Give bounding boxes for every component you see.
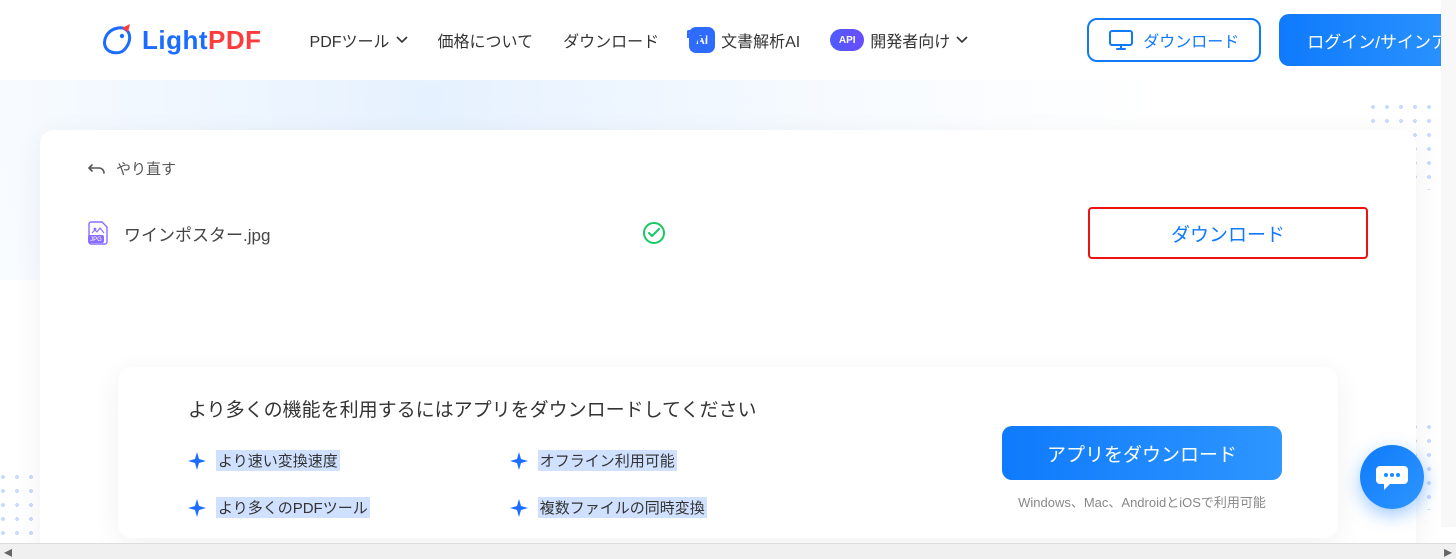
feature-label: オフライン利用可能: [538, 450, 677, 471]
header-download-button[interactable]: ダウンロード: [1087, 18, 1261, 62]
sparkle-icon: [510, 499, 528, 517]
chevron-down-icon: [956, 36, 968, 44]
platforms-text: Windows、Mac、AndroidとiOSで利用可能: [1018, 492, 1266, 511]
promo-title: より多くの機能を利用するにはアプリをダウンロードしてください: [188, 395, 992, 422]
brand-logo[interactable]: LightPDF: [100, 22, 262, 58]
scroll-track[interactable]: [16, 544, 1440, 559]
logo-text-light: Light: [142, 25, 208, 55]
header-download-label: ダウンロード: [1143, 28, 1239, 52]
logo-text-pdf: PDF: [208, 25, 262, 55]
jpg-file-icon: JPG: [88, 221, 110, 245]
file-row: JPG ワインポスター.jpg ダウンロード: [88, 207, 1368, 259]
chevron-down-icon: [396, 36, 408, 44]
nav-pricing[interactable]: 価格について: [438, 28, 534, 52]
sparkle-icon: [510, 452, 528, 470]
nav-download-label: ダウンロード: [563, 28, 659, 52]
redo-label: やり直す: [116, 158, 176, 179]
decorative-dots: [0, 470, 36, 543]
main-nav: PDFツール 価格について ダウンロード AI 文書解析AI API 開発者向け: [310, 27, 969, 53]
feature-label: より速い変換速度: [216, 450, 340, 471]
nav-developers[interactable]: API 開発者向け: [830, 28, 968, 52]
success-check-icon: [643, 222, 665, 244]
nav-pdf-tools[interactable]: PDFツール: [310, 28, 408, 52]
feature-offline: オフライン利用可能: [510, 450, 707, 471]
login-label: ログイン/サインア: [1307, 28, 1448, 53]
nav-pdf-tools-label: PDFツール: [310, 28, 390, 52]
nav-pricing-label: 価格について: [438, 28, 534, 52]
horizontal-scrollbar[interactable]: ◂ ▸: [0, 543, 1456, 559]
nav-doc-ai-label: 文書解析AI: [721, 28, 800, 52]
monitor-icon: [1109, 30, 1133, 50]
scroll-right-arrow[interactable]: ▸: [1440, 544, 1456, 559]
download-file-label: ダウンロード: [1171, 220, 1285, 247]
nav-doc-ai[interactable]: AI 文書解析AI: [689, 27, 800, 53]
chat-icon: [1376, 462, 1408, 492]
download-file-button[interactable]: ダウンロード: [1088, 207, 1368, 259]
login-signup-button[interactable]: ログイン/サインア: [1279, 14, 1456, 66]
top-navigation: LightPDF PDFツール 価格について ダウンロード AI 文書解析AI …: [0, 0, 1456, 80]
api-badge-icon: API: [830, 29, 864, 51]
feature-label: 複数ファイルの同時変換: [538, 497, 707, 518]
chat-fab[interactable]: [1360, 445, 1424, 509]
logo-icon: [100, 22, 136, 58]
nav-download[interactable]: ダウンロード: [563, 28, 659, 52]
ai-badge-icon: AI: [689, 27, 715, 53]
app-download-button[interactable]: アプリをダウンロード: [1002, 426, 1282, 480]
app-download-label: アプリをダウンロード: [1047, 440, 1237, 467]
feature-more-tools: より多くのPDFツール: [188, 497, 370, 518]
sparkle-icon: [188, 499, 206, 517]
promo-card: より多くの機能を利用するにはアプリをダウンロードしてください より速い変換速度 …: [118, 367, 1338, 538]
feature-label: より多くのPDFツール: [216, 497, 370, 518]
undo-icon: [88, 160, 106, 178]
result-card: やり直す JPG ワインポスター.jpg ダウンロード: [40, 130, 1416, 543]
svg-text:JPG: JPG: [90, 237, 102, 243]
vertical-scrollbar[interactable]: [1441, 0, 1456, 527]
feature-faster: より速い変換速度: [188, 450, 370, 471]
redo-button[interactable]: やり直す: [88, 158, 1368, 179]
status-column: [220, 222, 1088, 244]
nav-developers-label: 開発者向け: [870, 28, 950, 52]
feature-batch: 複数ファイルの同時変換: [510, 497, 707, 518]
scroll-left-arrow[interactable]: ◂: [0, 544, 16, 559]
sparkle-icon: [188, 452, 206, 470]
